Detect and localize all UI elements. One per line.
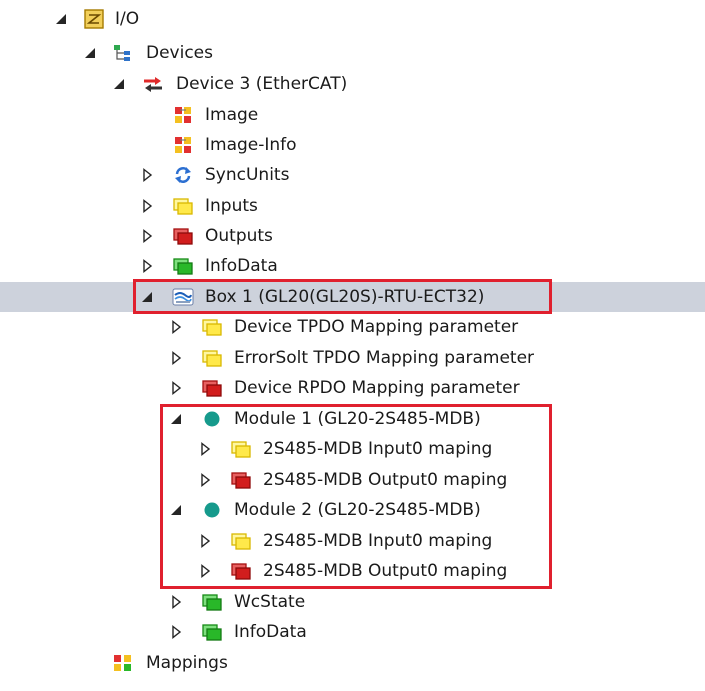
tree-item-wcstate[interactable]: WcState [0, 587, 705, 617]
module-icon [204, 411, 220, 427]
expand-arrow-icon[interactable] [54, 12, 68, 26]
expand-arrow-icon[interactable] [169, 412, 183, 426]
tree-item-outputs[interactable]: Outputs [0, 221, 705, 251]
collapse-arrow-icon[interactable] [169, 625, 183, 639]
collapse-arrow-icon[interactable] [169, 320, 183, 334]
input-folder-icon [230, 531, 252, 551]
module-icon [204, 502, 220, 518]
wcstate-icon [201, 592, 223, 612]
solution-tree: I/O Devices Device 3 (EtherCAT) Image Im… [0, 0, 705, 691]
collapse-arrow-icon[interactable] [169, 351, 183, 365]
tree-item-module1-input[interactable]: 2S485-MDB Input0 maping [0, 434, 705, 464]
collapse-arrow-icon[interactable] [140, 199, 154, 213]
collapse-arrow-icon[interactable] [198, 564, 212, 578]
expand-arrow-icon[interactable] [112, 77, 126, 91]
outputs-icon [172, 226, 194, 246]
tree-item-module1-output[interactable]: 2S485-MDB Output0 maping [0, 465, 705, 495]
tree-item-label: Mappings [146, 653, 228, 673]
mappings-icon [114, 655, 131, 671]
collapse-arrow-icon[interactable] [169, 381, 183, 395]
tree-item-module2[interactable]: Module 2 (GL20-2S485-MDB) [0, 495, 705, 525]
tree-item-label: Module 1 (GL20-2S485-MDB) [234, 409, 481, 429]
tree-item-module1[interactable]: Module 1 (GL20-2S485-MDB) [0, 404, 705, 434]
devices-icon [114, 45, 130, 61]
output-folder-icon [230, 470, 252, 490]
tree-item-label: ErrorSolt TPDO Mapping parameter [234, 348, 535, 368]
io-icon [84, 9, 104, 29]
collapse-arrow-icon[interactable] [140, 168, 154, 182]
tree-item-device-rpdo[interactable]: Device RPDO Mapping parameter [0, 373, 705, 403]
tree-item-syncunits[interactable]: SyncUnits [0, 160, 705, 190]
tree-item-label: Inputs [205, 196, 258, 216]
input-folder-icon [201, 348, 223, 368]
infodata-icon [172, 256, 194, 276]
expand-arrow-icon[interactable] [140, 290, 154, 304]
tree-item-module2-input[interactable]: 2S485-MDB Input0 maping [0, 526, 705, 556]
tree-item-mappings[interactable]: Mappings [0, 648, 705, 678]
tree-item-label: Device RPDO Mapping parameter [234, 378, 520, 398]
tree-item-image[interactable]: Image [0, 100, 705, 130]
tree-item-label: InfoData [234, 622, 307, 642]
tree-item-label: I/O [115, 9, 140, 29]
tree-item-device3[interactable]: Device 3 (EtherCAT) [0, 69, 705, 99]
tree-item-label: 2S485-MDB Output0 maping [263, 470, 508, 490]
tree-item-label: SyncUnits [205, 165, 290, 185]
syncunits-icon [175, 167, 191, 183]
tree-item-io[interactable]: I/O [0, 4, 705, 34]
tree-item-label: Image-Info [205, 135, 297, 155]
collapse-arrow-icon[interactable] [140, 229, 154, 243]
tree-item-label: InfoData [205, 256, 278, 276]
collapse-arrow-icon[interactable] [198, 473, 212, 487]
tree-item-device-tpdo[interactable]: Device TPDO Mapping parameter [0, 312, 705, 342]
expand-arrow-icon[interactable] [83, 46, 97, 60]
output-folder-icon [201, 378, 223, 398]
tree-item-label: 2S485-MDB Input0 maping [263, 439, 493, 459]
tree-item-box1[interactable]: Box 1 (GL20(GL20S)-RTU-ECT32) [0, 282, 705, 312]
tree-item-label: Device 3 (EtherCAT) [176, 74, 348, 94]
input-folder-icon [201, 317, 223, 337]
tree-item-label: 2S485-MDB Output0 maping [263, 561, 508, 581]
tree-item-label: Device TPDO Mapping parameter [234, 317, 519, 337]
infodata-icon [201, 622, 223, 642]
tree-item-module2-output[interactable]: 2S485-MDB Output0 maping [0, 556, 705, 586]
tree-item-image-info[interactable]: Image-Info [0, 130, 705, 160]
tree-item-devices[interactable]: Devices [0, 38, 705, 68]
tree-item-errorsolt-tpdo[interactable]: ErrorSolt TPDO Mapping parameter [0, 343, 705, 373]
tree-item-inputs[interactable]: Inputs [0, 191, 705, 221]
input-folder-icon [230, 439, 252, 459]
tree-item-label: 2S485-MDB Input0 maping [263, 531, 493, 551]
tree-item-label: Image [205, 105, 259, 125]
output-folder-icon [230, 561, 252, 581]
ethercat-device-icon [144, 77, 162, 92]
tree-item-infodata[interactable]: InfoData [0, 251, 705, 281]
collapse-arrow-icon[interactable] [198, 442, 212, 456]
tree-item-infodata-box[interactable]: InfoData [0, 617, 705, 647]
collapse-arrow-icon[interactable] [198, 534, 212, 548]
collapse-arrow-icon[interactable] [169, 595, 183, 609]
inputs-icon [172, 196, 194, 216]
image-icon [172, 105, 194, 125]
tree-item-label: Devices [146, 43, 213, 63]
collapse-arrow-icon[interactable] [140, 259, 154, 273]
tree-item-label: WcState [234, 592, 306, 612]
image-info-icon [172, 135, 194, 155]
tree-item-label: Outputs [205, 226, 273, 246]
box-icon [172, 288, 194, 306]
tree-item-label: Module 2 (GL20-2S485-MDB) [234, 500, 481, 520]
expand-arrow-icon[interactable] [169, 503, 183, 517]
tree-item-label: Box 1 (GL20(GL20S)-RTU-ECT32) [205, 287, 485, 307]
